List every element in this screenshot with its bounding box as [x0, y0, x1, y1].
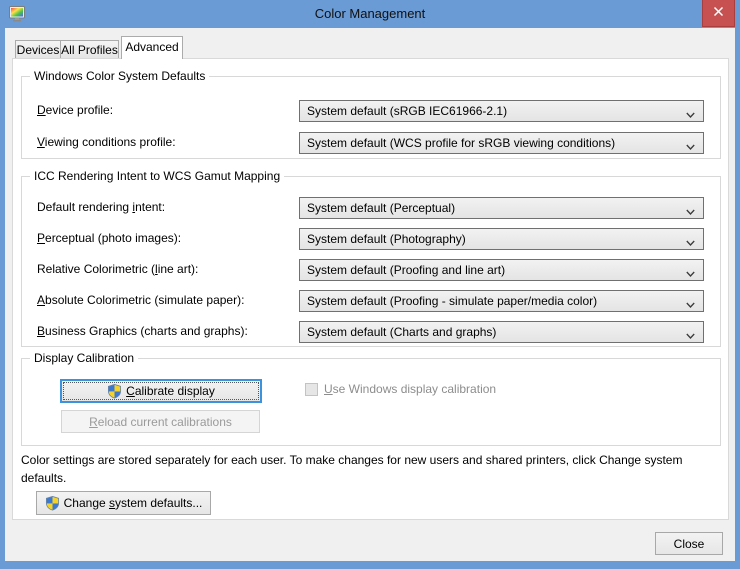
tab-advanced-label: Advanced [125, 40, 178, 54]
dialog-client-area: Devices All Profiles Advanced Windows Co… [5, 28, 735, 561]
default-rendering-intent-dropdown[interactable]: System default (Perceptual) [299, 197, 704, 219]
default-rendering-intent-row: Default rendering intent: System default… [22, 197, 720, 219]
perceptual-row: Perceptual (photo images): System defaul… [22, 228, 720, 250]
chevron-down-icon [686, 329, 695, 336]
change-system-defaults-button[interactable]: Change system defaults... [36, 491, 211, 515]
business-graphics-label: Business Graphics (charts and graphs): [37, 324, 248, 338]
uac-shield-icon [45, 495, 60, 511]
perceptual-dropdown[interactable]: System default (Photography) [299, 228, 704, 250]
wcs-defaults-group: Windows Color System Defaults Device pro… [21, 76, 721, 159]
absolute-colorimetric-row: Absolute Colorimetric (simulate paper): … [22, 290, 720, 312]
business-graphics-row: Business Graphics (charts and graphs): S… [22, 321, 720, 343]
absolute-colorimetric-label: Absolute Colorimetric (simulate paper): [37, 293, 244, 307]
color-management-window: Color Management Devices All Profiles Ad… [0, 0, 740, 569]
chevron-down-icon [686, 108, 695, 115]
device-profile-row: Device profile: System default (sRGB IEC… [22, 100, 720, 122]
absolute-colorimetric-value: System default (Proofing - simulate pape… [307, 294, 597, 308]
advanced-tab-page: Windows Color System Defaults Device pro… [12, 58, 729, 520]
chevron-down-icon [686, 267, 695, 274]
tab-advanced[interactable]: Advanced [121, 36, 183, 59]
use-windows-display-calibration-label: Use Windows display calibration [324, 382, 496, 396]
device-profile-label: Device profile: [37, 103, 113, 117]
relative-colorimetric-value: System default (Proofing and line art) [307, 263, 505, 277]
absolute-colorimetric-dropdown[interactable]: System default (Proofing - simulate pape… [299, 290, 704, 312]
calibrate-display-button-label: Calibrate display [126, 384, 215, 398]
titlebar: Color Management [0, 0, 740, 28]
reload-current-calibrations-label: Reload current calibrations [89, 415, 232, 429]
default-rendering-intent-label: Default rendering intent: [37, 200, 165, 214]
display-calibration-group: Display Calibration [21, 358, 721, 446]
tab-all-profiles[interactable]: All Profiles [60, 40, 119, 59]
titlebar-close-button[interactable] [702, 0, 735, 27]
perceptual-value: System default (Photography) [307, 232, 466, 246]
icc-rendering-group-title: ICC Rendering Intent to WCS Gamut Mappin… [30, 169, 284, 183]
uac-shield-icon [107, 383, 122, 399]
tab-devices[interactable]: Devices [15, 40, 61, 59]
user-settings-note: Color settings are stored separately for… [21, 451, 718, 487]
close-button-label: Close [674, 537, 705, 551]
perceptual-label: Perceptual (photo images): [37, 231, 181, 245]
window-title: Color Management [0, 0, 740, 28]
reload-current-calibrations-button[interactable]: Reload current calibrations [61, 410, 260, 433]
chevron-down-icon [686, 298, 695, 305]
close-icon [713, 6, 724, 20]
checkbox-box [305, 383, 318, 396]
display-calibration-group-title: Display Calibration [30, 351, 138, 365]
chevron-down-icon [686, 140, 695, 147]
relative-colorimetric-row: Relative Colorimetric (line art): System… [22, 259, 720, 281]
viewing-conditions-dropdown[interactable]: System default (WCS profile for sRGB vie… [299, 132, 704, 154]
viewing-conditions-row: Viewing conditions profile: System defau… [22, 132, 720, 154]
relative-colorimetric-dropdown[interactable]: System default (Proofing and line art) [299, 259, 704, 281]
tab-devices-label: Devices [17, 43, 60, 57]
viewing-conditions-label: Viewing conditions profile: [37, 135, 176, 149]
device-profile-dropdown[interactable]: System default (sRGB IEC61966-2.1) [299, 100, 704, 122]
chevron-down-icon [686, 236, 695, 243]
viewing-conditions-value: System default (WCS profile for sRGB vie… [307, 136, 615, 150]
wcs-defaults-group-title: Windows Color System Defaults [30, 69, 209, 83]
use-windows-display-calibration-checkbox[interactable]: Use Windows display calibration [305, 382, 496, 396]
close-button[interactable]: Close [655, 532, 723, 555]
business-graphics-dropdown[interactable]: System default (Charts and graphs) [299, 321, 704, 343]
chevron-down-icon [686, 205, 695, 212]
change-system-defaults-label: Change system defaults... [64, 496, 203, 510]
relative-colorimetric-label: Relative Colorimetric (line art): [37, 262, 198, 276]
calibrate-display-button[interactable]: Calibrate display [60, 379, 262, 403]
tab-all-profiles-label: All Profiles [61, 43, 118, 57]
business-graphics-value: System default (Charts and graphs) [307, 325, 496, 339]
icc-rendering-group: ICC Rendering Intent to WCS Gamut Mappin… [21, 176, 721, 347]
default-rendering-intent-value: System default (Perceptual) [307, 201, 455, 215]
device-profile-value: System default (sRGB IEC61966-2.1) [307, 104, 507, 118]
